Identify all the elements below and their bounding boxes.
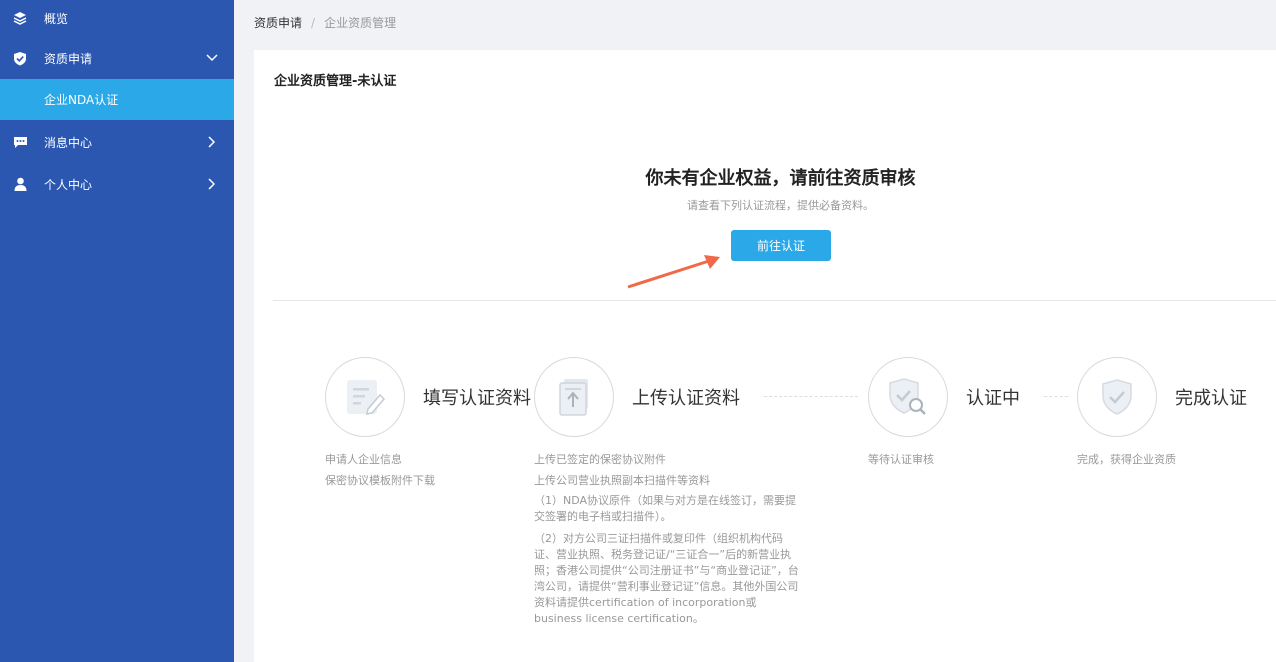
edit-form-icon: [347, 380, 386, 415]
sidebar: 概览 资质申请 企业NDA认证 消息中心 个人中心: [0, 0, 234, 662]
sidebar-item-label: 消息中心: [44, 135, 93, 150]
step-4-icon-circle: [1077, 357, 1157, 437]
step-connector: [1044, 396, 1068, 397]
breadcrumb-item[interactable]: 资质申请: [254, 14, 302, 31]
sidebar-item-label: 企业NDA认证: [44, 93, 119, 107]
main-card: 企业资质管理-未认证 你未有企业权益，请前往资质审核 请查看下列认证流程，提供必…: [254, 50, 1276, 662]
step-2-title: 上传认证资料: [632, 388, 740, 409]
sidebar-item-profile[interactable]: 个人中心: [0, 164, 234, 204]
upload-doc-icon: [559, 379, 588, 416]
step-1-desc-line: 申请人企业信息: [325, 453, 402, 466]
step-1-icon-circle: [325, 357, 405, 437]
shield-check-icon: [1102, 379, 1132, 415]
sidebar-item-label: 资质申请: [44, 51, 93, 66]
step-4-title: 完成认证: [1175, 388, 1247, 409]
hero-subtitle: 请查看下列认证流程，提供必备资料。: [687, 199, 874, 212]
step-3-desc: 等待认证审核: [868, 449, 934, 470]
chevron-down-icon: [206, 52, 218, 64]
message-icon: [12, 134, 28, 150]
chevron-right-icon: [206, 178, 218, 190]
chevron-right-icon: [206, 136, 218, 148]
sidebar-item-messages[interactable]: 消息中心: [0, 122, 234, 162]
step-connector: [764, 396, 858, 397]
layers-icon: [12, 10, 28, 26]
breadcrumb-current: 企业资质管理: [324, 16, 397, 30]
sidebar-item-overview[interactable]: 概览: [0, 0, 234, 36]
step-1-desc-line[interactable]: 保密协议模板附件下载: [325, 470, 435, 491]
step-2-desc: 上传已签定的保密协议附件 上传公司营业执照副本扫描件等资料: [534, 449, 710, 491]
step-2-desc-line: 上传公司营业执照副本扫描件等资料: [534, 474, 710, 487]
step-4-desc-line: 完成，获得企业资质: [1077, 453, 1176, 466]
sidebar-item-nda-cert[interactable]: 企业NDA认证: [0, 79, 234, 120]
arrow-annotation-icon: [627, 255, 720, 289]
sidebar-item-label: 个人中心: [44, 177, 93, 192]
step-2-detail-2: （2）对方公司三证扫描件或复印件（组织机构代码证、营业执照、税务登记证/“三证合…: [534, 532, 799, 625]
breadcrumb-separator: /: [311, 15, 316, 30]
user-icon: [12, 176, 28, 192]
step-4-desc: 完成，获得企业资质: [1077, 449, 1176, 470]
go-certify-button[interactable]: 前往认证: [731, 230, 831, 261]
shield-check-icon: [12, 50, 28, 66]
step-1-title: 填写认证资料: [423, 388, 531, 409]
divider: [273, 300, 1276, 301]
step-3-title: 认证中: [966, 388, 1020, 409]
step-2-desc-line: 上传已签定的保密协议附件: [534, 453, 666, 466]
step-2-icon-circle: [534, 357, 614, 437]
sidebar-item-label: 概览: [44, 11, 69, 26]
breadcrumb: 资质申请 / 企业资质管理: [254, 14, 396, 31]
shield-search-icon: [889, 378, 926, 415]
step-3-desc-line: 等待认证审核: [868, 453, 934, 466]
step-3-icon-circle: [868, 357, 948, 437]
step-2-detail-1: （1）NDA协议原件（如果与对方是在线签订，需要提交签署的电子档或扫描件）。: [534, 494, 797, 523]
step-1-desc: 申请人企业信息 保密协议模板附件下载: [325, 449, 435, 491]
hero-title: 你未有企业权益，请前往资质审核: [645, 168, 916, 189]
card-title: 企业资质管理-未认证: [274, 74, 397, 89]
sidebar-item-qualification[interactable]: 资质申请: [0, 38, 234, 78]
